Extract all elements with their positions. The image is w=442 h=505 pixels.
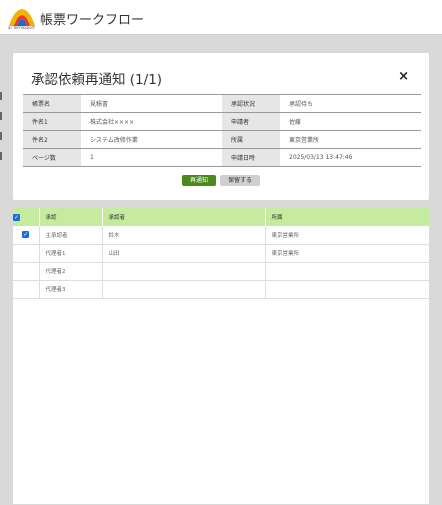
hold-button[interactable]: 保留する bbox=[220, 175, 261, 186]
role-cell: 代理者2 bbox=[39, 262, 103, 281]
approver-cell: 鈴木 bbox=[102, 226, 266, 245]
info-table: 帳票名 見積書 承認状況 承認待ち 件名1 株式会社×××× 申請者 佐藤 件名… bbox=[23, 94, 421, 167]
dialog-title: 承認依頼再通知 (1/1) bbox=[31, 72, 163, 88]
info-label: 件名1 bbox=[23, 112, 81, 131]
approver-panel: ✓ 承認 承認者 所属 ✓ 主承認者 鈴木 東京営業所 代理者1 山田 東京営業… bbox=[13, 208, 429, 504]
info-label: 申請日時 bbox=[222, 148, 280, 167]
info-row: 件名2 システム改修作業 所属 東京営業所 bbox=[23, 130, 421, 149]
row-check-cell bbox=[13, 244, 40, 263]
row-check-cell bbox=[13, 280, 40, 299]
info-value: 2025/03/13 13:47:46 bbox=[280, 148, 421, 167]
resend-dialog: 承認依頼再通知 (1/1) × 帳票名 見積書 承認状況 承認待ち 件名1 株式… bbox=[13, 53, 429, 200]
info-value: 佐藤 bbox=[280, 112, 421, 131]
info-value: 承認待ち bbox=[280, 94, 421, 113]
resend-button[interactable]: 再通知 bbox=[181, 175, 216, 186]
row-check-cell: ✓ bbox=[13, 226, 40, 245]
info-row: ページ数 1 申請日時 2025/03/13 13:47:46 bbox=[23, 148, 421, 167]
info-label: 帳票名 bbox=[23, 94, 81, 113]
select-all-cell: ✓ bbox=[13, 208, 40, 226]
dept-cell bbox=[265, 280, 429, 299]
app-title: 帳票ワークフロー bbox=[40, 13, 145, 28]
select-all-checkbox[interactable]: ✓ bbox=[13, 213, 20, 221]
app-header: ai Techexport 帳票ワークフロー bbox=[0, 0, 442, 35]
approver-table: ✓ 承認 承認者 所属 ✓ 主承認者 鈴木 東京営業所 代理者1 山田 東京営業… bbox=[13, 208, 429, 299]
info-label: 件名2 bbox=[23, 130, 81, 149]
row-checkbox[interactable]: ✓ bbox=[22, 231, 30, 239]
dept-cell: 東京営業所 bbox=[265, 244, 429, 263]
role-cell: 代理者3 bbox=[39, 280, 103, 299]
info-label: ページ数 bbox=[23, 148, 81, 167]
table-row[interactable]: 代理者2 bbox=[13, 262, 429, 281]
info-label: 所属 bbox=[222, 130, 280, 149]
table-header: ✓ 承認 承認者 所属 bbox=[13, 208, 429, 226]
info-value: 1 bbox=[81, 148, 222, 167]
column-header-approver: 承認者 bbox=[102, 208, 266, 226]
info-label: 承認状況 bbox=[222, 94, 280, 113]
info-row: 件名1 株式会社×××× 申請者 佐藤 bbox=[23, 112, 421, 131]
side-marks bbox=[0, 92, 3, 172]
logo-text: ai Techexport bbox=[8, 25, 35, 30]
table-row[interactable]: 代理者1 山田 東京営業所 bbox=[13, 244, 429, 263]
close-icon[interactable]: × bbox=[398, 69, 409, 84]
approver-cell bbox=[102, 262, 266, 281]
dept-cell: 東京営業所 bbox=[265, 226, 429, 245]
dialog-buttons: 再通知 保留する bbox=[13, 175, 429, 186]
info-value: システム改修作業 bbox=[81, 130, 222, 149]
role-cell: 代理者1 bbox=[39, 244, 103, 263]
info-value: 見積書 bbox=[81, 94, 222, 113]
info-value: 東京営業所 bbox=[280, 130, 421, 149]
table-row[interactable]: ✓ 主承認者 鈴木 東京営業所 bbox=[13, 226, 429, 245]
table-row[interactable]: 代理者3 bbox=[13, 280, 429, 299]
info-label: 申請者 bbox=[222, 112, 280, 131]
role-cell: 主承認者 bbox=[39, 226, 103, 245]
approver-cell bbox=[102, 280, 266, 299]
column-header-dept: 所属 bbox=[265, 208, 429, 226]
approver-cell: 山田 bbox=[102, 244, 266, 263]
dept-cell bbox=[265, 262, 429, 281]
column-header-approval: 承認 bbox=[39, 208, 103, 226]
info-row: 帳票名 見積書 承認状況 承認待ち bbox=[23, 94, 421, 113]
row-check-cell bbox=[13, 262, 40, 281]
info-value: 株式会社×××× bbox=[81, 112, 222, 131]
